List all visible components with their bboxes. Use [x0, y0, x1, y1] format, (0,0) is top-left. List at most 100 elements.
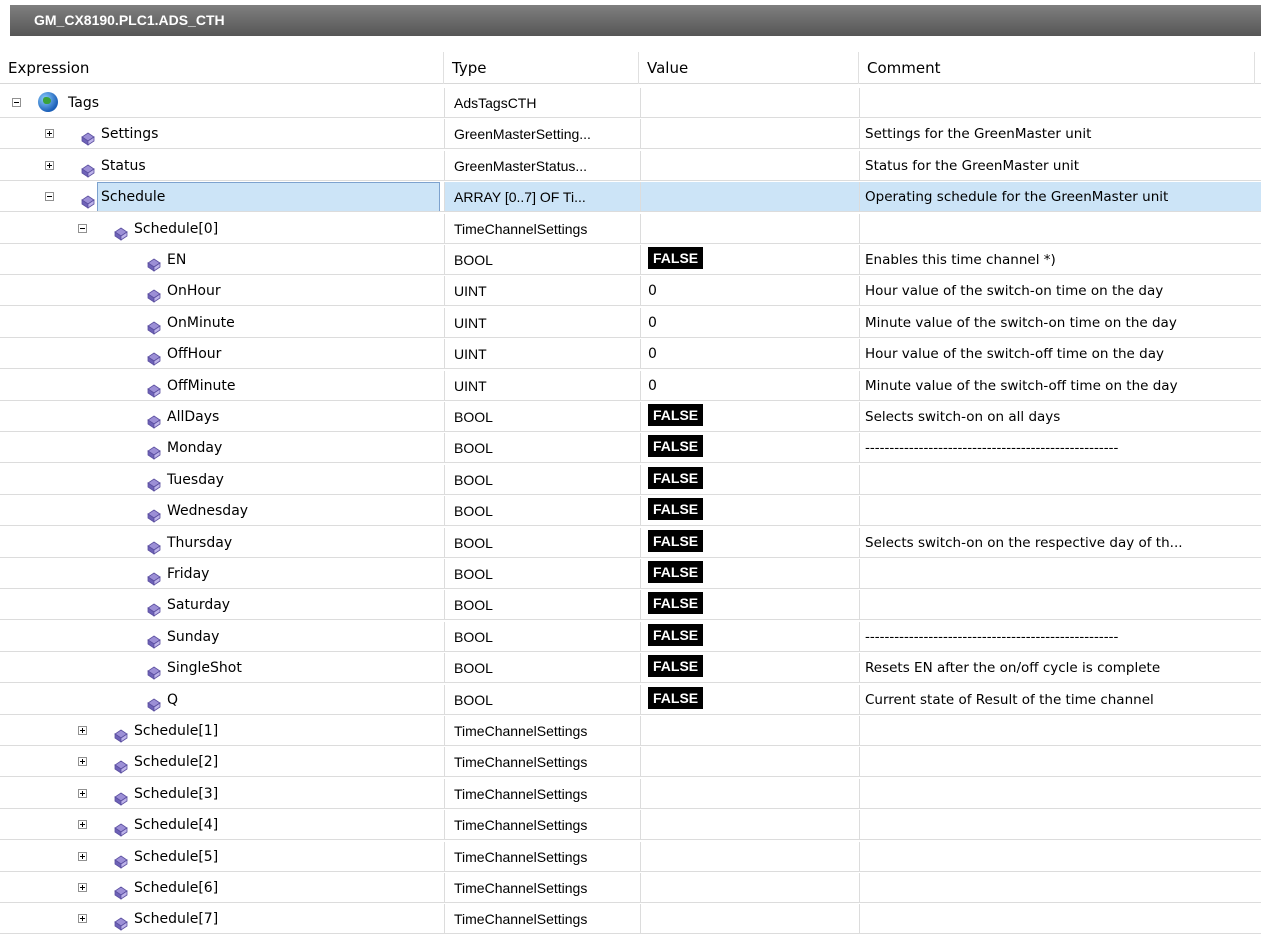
tree-row[interactable]: AllDays BOOL FALSE Selects switch-on on all… — [0, 402, 1261, 433]
expand-icon[interactable] — [78, 757, 87, 766]
tree-row[interactable]: Status GreenMasterStatus... Status for the… — [0, 151, 1261, 182]
bool-value[interactable]: FALSE — [648, 247, 704, 269]
tree-row[interactable]: Schedule[2] TimeChannelSettings — [0, 747, 1261, 778]
expression-name[interactable]: AllDays — [163, 402, 220, 431]
expression-name[interactable]: Status — [97, 151, 147, 180]
expression-name[interactable]: Schedule[5] — [130, 842, 219, 871]
expand-icon[interactable] — [45, 129, 54, 138]
tree-row[interactable]: Tags AdsTagsCTH — [0, 88, 1261, 119]
expression-name[interactable]: Schedule[0] — [130, 214, 219, 243]
expression-name[interactable]: Sunday — [163, 622, 220, 651]
value-cell[interactable] — [640, 214, 859, 244]
tree-row[interactable]: Settings GreenMasterSetting... Settings fo… — [0, 119, 1261, 150]
expand-icon[interactable] — [78, 914, 87, 923]
value-cell[interactable]: FALSE — [640, 465, 859, 495]
tree-row[interactable]: Schedule[0] TimeChannelSettings — [0, 214, 1261, 245]
bool-value[interactable]: FALSE — [648, 561, 704, 583]
bool-value[interactable]: FALSE — [648, 530, 704, 552]
value-cell[interactable] — [640, 810, 859, 840]
numeric-value[interactable]: 0 — [648, 346, 657, 362]
column-header-value[interactable]: Value — [639, 52, 859, 84]
expression-name[interactable]: Schedule[3] — [130, 779, 219, 808]
expression-name[interactable]: OffMinute — [163, 371, 236, 400]
numeric-value[interactable]: 0 — [648, 378, 657, 394]
expression-name[interactable]: Schedule[1] — [130, 716, 219, 745]
value-cell[interactable] — [640, 88, 859, 118]
value-cell[interactable]: FALSE — [640, 559, 859, 589]
tree-row[interactable]: Saturday BOOL FALSE — [0, 590, 1261, 621]
bool-value[interactable]: FALSE — [648, 592, 704, 614]
expression-name[interactable]: Schedule — [97, 182, 440, 211]
expand-icon[interactable] — [78, 820, 87, 829]
tree-row[interactable]: Schedule[3] TimeChannelSettings — [0, 779, 1261, 810]
expression-name[interactable]: Schedule[2] — [130, 747, 219, 776]
expression-name[interactable]: Tags — [64, 88, 100, 117]
value-cell[interactable] — [640, 119, 859, 149]
value-cell[interactable]: FALSE — [640, 528, 859, 558]
bool-value[interactable]: FALSE — [648, 435, 704, 457]
collapse-icon[interactable] — [78, 224, 87, 233]
value-cell[interactable] — [640, 151, 859, 181]
value-cell[interactable]: FALSE — [640, 653, 859, 683]
collapse-icon[interactable] — [45, 192, 54, 201]
expression-name[interactable]: Tuesday — [163, 465, 225, 494]
tree-row[interactable]: Schedule[6] TimeChannelSettings — [0, 873, 1261, 904]
expression-name[interactable]: SingleShot — [163, 653, 243, 682]
column-header-comment[interactable]: Comment — [859, 52, 1255, 84]
tree-row[interactable]: Friday BOOL FALSE — [0, 559, 1261, 590]
numeric-value[interactable]: 0 — [648, 315, 657, 331]
bool-value[interactable]: FALSE — [648, 687, 704, 709]
value-cell[interactable]: FALSE — [640, 496, 859, 526]
tree-row[interactable]: Thursday BOOL FALSE Selects switch-on on th… — [0, 528, 1261, 559]
tree-row[interactable]: Wednesday BOOL FALSE — [0, 496, 1261, 527]
collapse-icon[interactable] — [12, 98, 21, 107]
expression-name[interactable]: OnHour — [163, 276, 222, 305]
tree-row[interactable]: Schedule[5] TimeChannelSettings — [0, 842, 1261, 873]
expand-icon[interactable] — [78, 852, 87, 861]
value-cell[interactable]: FALSE — [640, 245, 859, 275]
expression-name[interactable]: Saturday — [163, 590, 231, 619]
bool-value[interactable]: FALSE — [648, 498, 704, 520]
value-cell[interactable] — [640, 842, 859, 872]
tree-row[interactable]: SingleShot BOOL FALSE Resets EN after the o… — [0, 653, 1261, 684]
tree-row[interactable]: Tuesday BOOL FALSE — [0, 465, 1261, 496]
tree-row[interactable]: EN BOOL FALSE Enables this time channel *) — [0, 245, 1261, 276]
value-cell[interactable] — [640, 904, 859, 934]
value-cell[interactable]: FALSE — [640, 622, 859, 652]
tree-row[interactable]: OffMinute UINT 0 Minute value of the switch… — [0, 371, 1261, 402]
expression-name[interactable]: Thursday — [163, 528, 233, 557]
bool-value[interactable]: FALSE — [648, 624, 704, 646]
value-cell[interactable]: FALSE — [640, 685, 859, 715]
tree-row[interactable]: OnHour UINT 0 Hour value of the switch-on t… — [0, 276, 1261, 307]
value-cell[interactable]: 0 — [640, 339, 859, 369]
tree-row[interactable]: OnMinute UINT 0 Minute value of the switch-… — [0, 308, 1261, 339]
value-cell[interactable] — [640, 747, 859, 777]
column-header-expression[interactable]: Expression — [0, 52, 444, 84]
expression-name[interactable]: EN — [163, 245, 187, 274]
tree-row[interactable]: Q BOOL FALSE Current state of Result of the… — [0, 685, 1261, 716]
expand-icon[interactable] — [78, 789, 87, 798]
value-cell[interactable] — [640, 873, 859, 903]
expand-icon[interactable] — [78, 726, 87, 735]
expand-icon[interactable] — [45, 161, 54, 170]
column-header-type[interactable]: Type — [444, 52, 639, 84]
tree-row[interactable]: Monday BOOL FALSE -------------------------… — [0, 433, 1261, 464]
numeric-value[interactable]: 0 — [648, 283, 657, 299]
value-cell[interactable] — [640, 716, 859, 746]
tree-row[interactable]: Schedule ARRAY [0..7] OF Ti... Operating s… — [0, 182, 1261, 213]
expression-name[interactable]: Wednesday — [163, 496, 249, 525]
expression-name[interactable]: Friday — [163, 559, 210, 588]
expression-name[interactable]: OffHour — [163, 339, 222, 368]
expression-name[interactable]: Monday — [163, 433, 223, 462]
tree-row[interactable]: Schedule[1] TimeChannelSettings — [0, 716, 1261, 747]
tree-row[interactable]: OffHour UINT 0 Hour value of the switch-off… — [0, 339, 1261, 370]
expression-name[interactable]: Schedule[7] — [130, 904, 219, 933]
expression-name[interactable]: Schedule[4] — [130, 810, 219, 839]
tree-row[interactable]: Sunday BOOL FALSE -------------------------… — [0, 622, 1261, 653]
expression-name[interactable]: OnMinute — [163, 308, 236, 337]
value-cell[interactable]: FALSE — [640, 590, 859, 620]
value-cell[interactable]: FALSE — [640, 402, 859, 432]
value-cell[interactable]: FALSE — [640, 433, 859, 463]
value-cell[interactable] — [640, 779, 859, 809]
expression-name[interactable]: Schedule[6] — [130, 873, 219, 902]
